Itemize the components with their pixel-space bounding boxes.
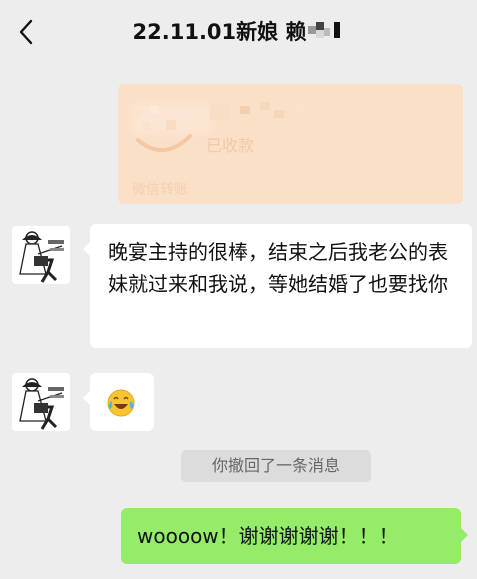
couple-sketch-icon [19, 231, 64, 283]
avatar[interactable] [12, 373, 70, 431]
message-bubble-emoji[interactable] [83, 373, 154, 431]
chat-title-text: 22.11.01新娘 赖 [132, 20, 307, 44]
couple-sketch-icon [19, 378, 64, 430]
transfer-label: 微信转账 [132, 182, 188, 198]
transfer-card[interactable]: 已收款 微信转账 [118, 84, 463, 204]
transfer-status: 已收款 [206, 136, 255, 155]
chat-header: 22.11.01新娘 赖 [0, 0, 477, 64]
check-circle-icon [134, 106, 192, 153]
my-message-bubble[interactable]: woooow！谢谢谢谢谢！！！ [121, 508, 468, 564]
message-bubble-text[interactable]: 晚宴主持的很棒，结束之后我老公的表妹就过来和我说，等她结婚了也要找你 [83, 224, 472, 348]
chat-title: 22.11.01新娘 赖 [0, 0, 477, 64]
name-mosaic [308, 1, 344, 65]
avatar[interactable] [12, 226, 70, 284]
my-message-text: woooow！谢谢谢谢谢！！！ [137, 524, 399, 548]
amount-blur [210, 102, 304, 120]
recalled-notice: 你撤回了一条消息 [181, 450, 371, 482]
message-text: 晚宴主持的很棒，结束之后我老公的表妹就过来和我说，等她结婚了也要找你 [108, 240, 448, 296]
laughing-tears-emoji-icon [107, 389, 135, 417]
